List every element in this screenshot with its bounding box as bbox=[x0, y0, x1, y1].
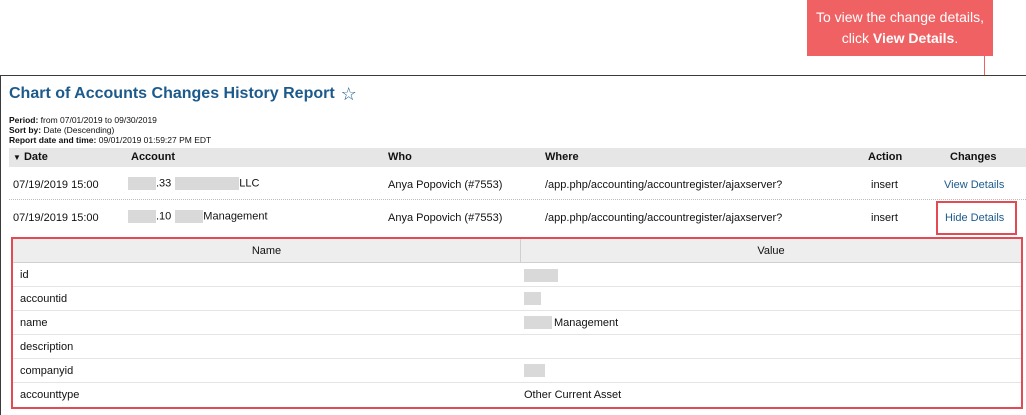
redacted-block bbox=[524, 316, 552, 329]
field-value: Management bbox=[554, 317, 619, 329]
callout-text-suffix: . bbox=[954, 30, 959, 46]
sortby-value: Date (Descending) bbox=[43, 125, 115, 135]
redacted-block bbox=[524, 292, 541, 305]
row-account: .33 LLC bbox=[128, 177, 259, 190]
details-row: accountid bbox=[13, 287, 1021, 311]
period-label: Period: bbox=[9, 115, 39, 125]
datetime-line: Report date and time: 09/01/2019 01:59:2… bbox=[9, 135, 211, 145]
column-header-changes[interactable]: Changes bbox=[950, 151, 996, 163]
redacted-block bbox=[128, 210, 156, 223]
datetime-label: Report date and time: bbox=[9, 135, 97, 145]
callout-text-prefix: click bbox=[841, 30, 873, 46]
row-where: /app.php/accounting/accountregister/ajax… bbox=[545, 212, 783, 224]
redacted-block bbox=[128, 177, 156, 190]
column-header-date[interactable]: ▼ Date bbox=[13, 151, 48, 163]
callout-text-bold: View Details bbox=[872, 30, 955, 46]
details-header: Name Value bbox=[13, 239, 1021, 263]
report-meta: Period: from 07/01/2019 to 09/30/2019 So… bbox=[9, 115, 211, 145]
details-name-header: Name bbox=[251, 245, 282, 257]
callout-pointer-line bbox=[984, 56, 985, 75]
redacted-block bbox=[175, 177, 240, 190]
hide-details-highlight bbox=[936, 201, 1017, 235]
view-details-link[interactable]: View Details bbox=[944, 179, 1004, 191]
sortby-label: Sort by: bbox=[9, 125, 42, 135]
field-name: companyid bbox=[20, 365, 74, 377]
field-name: id bbox=[20, 269, 29, 281]
account-name-suffix: LLC bbox=[239, 177, 260, 190]
row-account: .10 Management bbox=[128, 210, 268, 223]
sortby-line: Sort by: Date (Descending) bbox=[9, 125, 211, 135]
change-details-panel: Name Value id accountid name Management … bbox=[11, 237, 1023, 409]
details-row: name Management bbox=[13, 311, 1021, 335]
redacted-block bbox=[524, 364, 545, 377]
period-value: from 07/01/2019 to 09/30/2019 bbox=[40, 115, 157, 125]
field-value: Other Current Asset bbox=[524, 389, 622, 401]
row-action: insert bbox=[871, 212, 898, 224]
row-who: Anya Popovich (#7553) bbox=[388, 179, 503, 191]
row-action: insert bbox=[871, 179, 898, 191]
callout-line-2: click View Details. bbox=[807, 28, 993, 49]
period-line: Period: from 07/01/2019 to 09/30/2019 bbox=[9, 115, 211, 125]
column-header-where[interactable]: Where bbox=[545, 151, 579, 163]
details-row: description bbox=[13, 335, 1021, 359]
star-icon[interactable]: ☆ bbox=[341, 85, 357, 103]
row-date: 07/19/2019 15:00 bbox=[13, 212, 99, 224]
redacted-block bbox=[524, 269, 558, 282]
column-header-date-label: Date bbox=[23, 151, 48, 163]
details-value-header: Value bbox=[757, 245, 785, 257]
row-date: 07/19/2019 15:00 bbox=[13, 179, 99, 191]
account-number: .33 bbox=[156, 177, 172, 190]
page-title: Chart of Accounts Changes History Report bbox=[9, 85, 335, 102]
row-where: /app.php/accounting/accountregister/ajax… bbox=[545, 179, 783, 191]
table-row: 07/19/2019 15:00 .10 Management Anya Popo… bbox=[9, 203, 1026, 233]
field-name: accountid bbox=[20, 293, 68, 305]
row-who: Anya Popovich (#7553) bbox=[388, 212, 503, 224]
redacted-block bbox=[175, 210, 204, 223]
details-row: id bbox=[13, 263, 1021, 287]
details-row: accounttype Other Current Asset bbox=[13, 383, 1021, 407]
sort-down-icon: ▼ bbox=[13, 153, 21, 162]
row-divider bbox=[9, 199, 1026, 200]
report-title-bar: Chart of Accounts Changes History Report… bbox=[9, 85, 357, 103]
column-header-who[interactable]: Who bbox=[388, 151, 412, 163]
datetime-value: 09/01/2019 01:59:27 PM EDT bbox=[98, 135, 212, 145]
account-name-suffix: Management bbox=[203, 210, 268, 223]
account-number: .10 bbox=[156, 210, 172, 223]
column-header-action[interactable]: Action bbox=[868, 151, 902, 163]
field-name: accounttype bbox=[20, 389, 80, 401]
callout-line-1: To view the change details, bbox=[815, 9, 985, 25]
column-header-account[interactable]: Account bbox=[131, 151, 175, 163]
field-name: description bbox=[20, 341, 74, 353]
field-name: name bbox=[20, 317, 48, 329]
details-row: companyid bbox=[13, 359, 1021, 383]
table-row: 07/19/2019 15:00 .33 LLC Anya Popovich (#… bbox=[9, 170, 1026, 200]
tooltip-callout: To view the change details, click View D… bbox=[807, 0, 993, 56]
table-header: ▼ Date Account Who Where Action Changes bbox=[9, 148, 1026, 167]
